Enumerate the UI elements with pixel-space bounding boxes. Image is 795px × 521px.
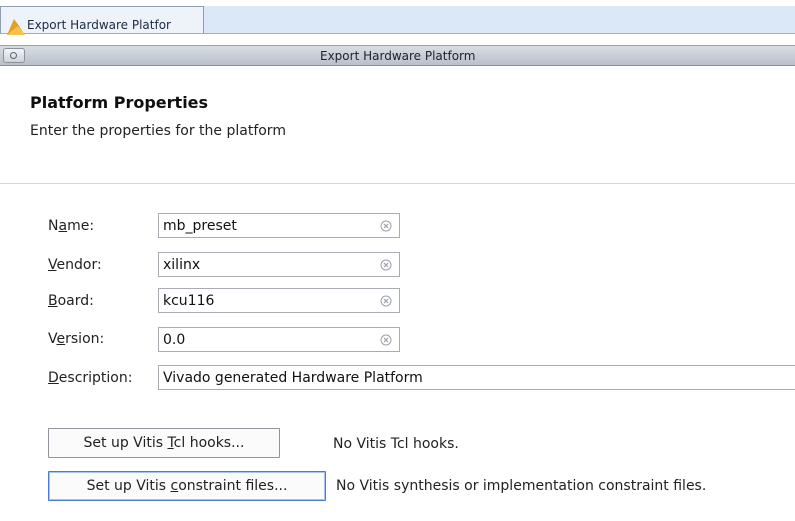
export-hardware-platform-screen: Export Hardware Platfor Export Hardware …	[0, 0, 795, 521]
vendor-label: Vendor:	[48, 257, 102, 273]
clear-version-icon[interactable]	[380, 334, 392, 346]
setup-tcl-hooks-button[interactable]: Set up Vitis Tcl hooks...	[48, 428, 280, 458]
setup-constraint-files-button[interactable]: Set up Vitis constraint files...	[48, 471, 326, 501]
constraint-files-status: No Vitis synthesis or implementation con…	[336, 478, 707, 494]
tcl-hooks-status: No Vitis Tcl hooks.	[333, 436, 459, 452]
clear-board-icon[interactable]	[380, 295, 392, 307]
taskbar-item-label: Export Hardware Platfor	[27, 18, 171, 32]
name-field-value: mb_preset	[163, 218, 237, 234]
version-field-value: 0.0	[163, 332, 186, 348]
version-field[interactable]: 0.0	[158, 327, 400, 352]
header-panel: Platform Properties Enter the properties…	[0, 66, 795, 184]
vendor-field-value: xilinx	[163, 257, 201, 273]
board-field[interactable]: kcu116	[158, 288, 400, 313]
clear-name-icon[interactable]	[380, 220, 392, 232]
page-title: Platform Properties	[30, 93, 209, 112]
window-titlebar: Export Hardware Platform	[0, 45, 795, 66]
taskbar-item-export-hardware[interactable]: Export Hardware Platfor	[0, 6, 204, 35]
vendor-field[interactable]: xilinx	[158, 252, 400, 277]
clear-vendor-icon[interactable]	[380, 259, 392, 271]
description-label: Description:	[48, 370, 133, 386]
name-label: Name:	[48, 218, 95, 234]
page-subtitle: Enter the properties for the platform	[30, 123, 286, 139]
description-field-value: Vivado generated Hardware Platform	[163, 370, 423, 386]
taskbar: Export Hardware Platfor	[0, 0, 795, 35]
board-label: Board:	[48, 293, 94, 309]
vivado-logo-icon	[7, 19, 25, 35]
description-field[interactable]: Vivado generated Hardware Platform	[158, 365, 795, 390]
window-title: Export Hardware Platform	[320, 49, 476, 63]
version-label: Version:	[48, 331, 105, 347]
board-field-value: kcu116	[163, 293, 215, 309]
name-field[interactable]: mb_preset	[158, 213, 400, 238]
